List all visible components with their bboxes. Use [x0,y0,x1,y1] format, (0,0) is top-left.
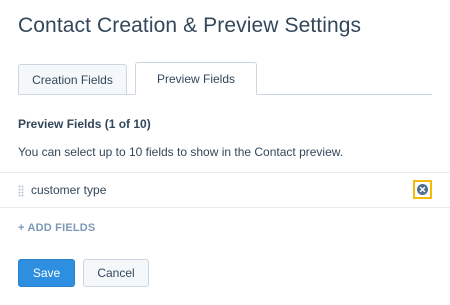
add-fields-link[interactable]: + ADD FIELDS [18,222,95,234]
tab-creation-fields[interactable]: Creation Fields [18,64,127,94]
cancel-button[interactable]: Cancel [83,259,149,287]
tab-preview-fields[interactable]: Preview Fields [135,62,257,95]
tab-bar: Creation Fields Preview Fields [18,62,450,95]
section-description: You can select up to 10 fields to show i… [18,145,344,159]
save-button[interactable]: Save [18,259,75,287]
field-label: customer type [31,183,107,197]
drag-handle-icon[interactable] [18,184,24,197]
remove-field-button[interactable] [413,180,432,199]
section-title: Preview Fields (1 of 10) [18,117,151,131]
field-row: customer type [0,172,450,208]
remove-circle-icon [417,184,428,195]
page-title: Contact Creation & Preview Settings [18,14,362,37]
